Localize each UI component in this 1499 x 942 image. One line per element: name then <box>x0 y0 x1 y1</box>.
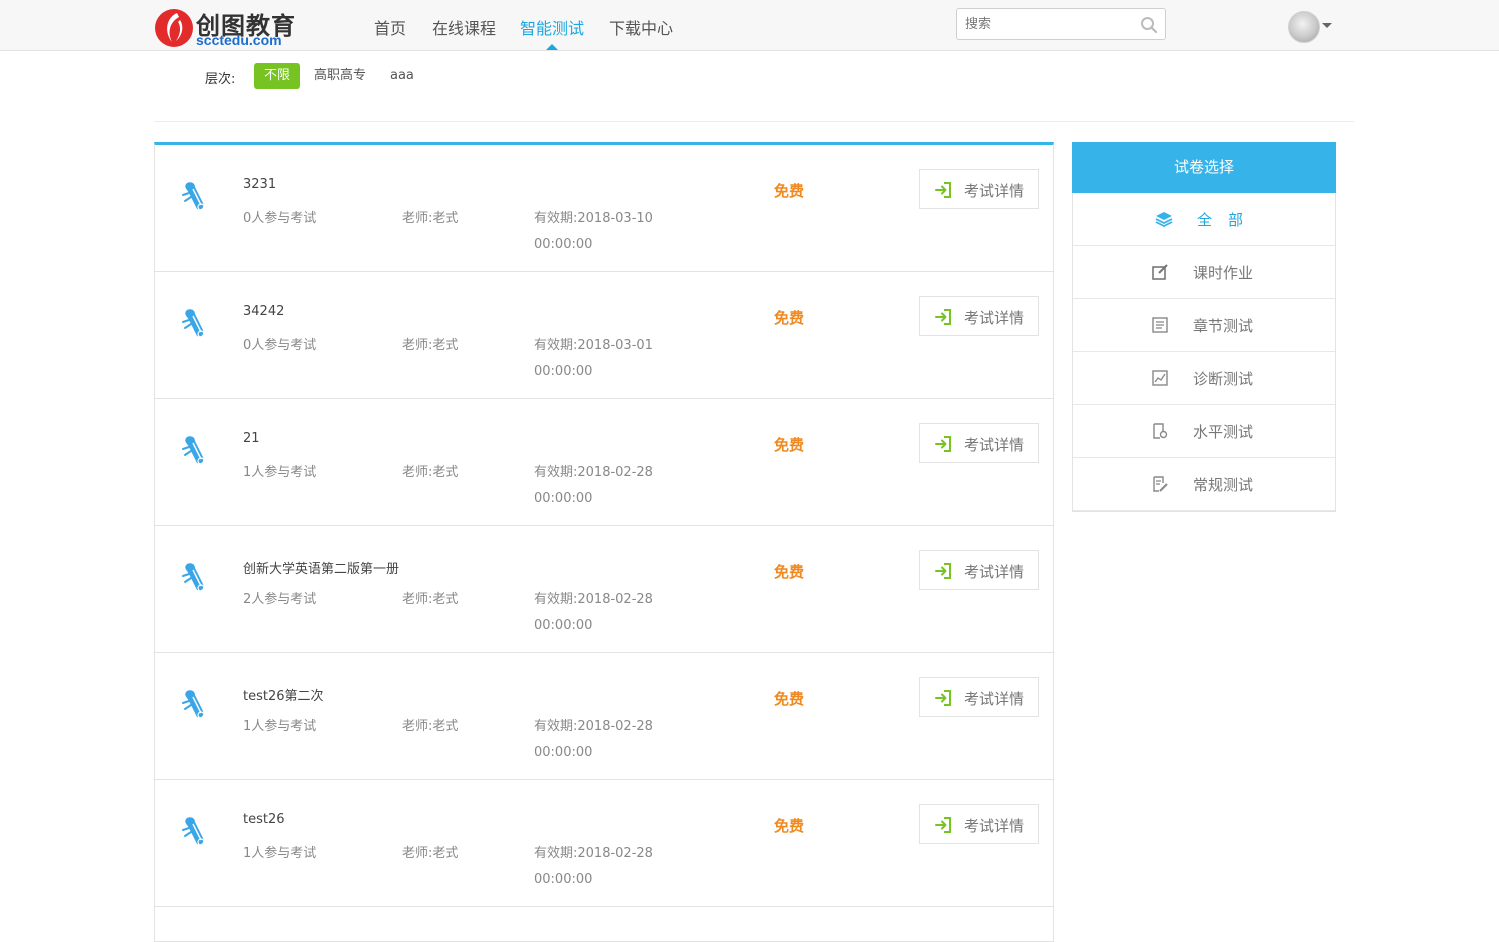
exam-participants: 1人参与考试 <box>243 846 317 861</box>
exam-participants: 1人参与考试 <box>243 719 317 734</box>
exam-title[interactable]: 创新大学英语第二版第一册 <box>243 558 399 577</box>
logo-mark-icon <box>155 9 193 47</box>
exam-valid-date: 有效期:2018-03-01 <box>534 338 653 353</box>
paper-selection-panel: 试卷选择 全部课时作业章节测试诊断测试水平测试常规测试 <box>1072 142 1336 512</box>
paper-type-label: 章节测试 <box>1193 317 1254 335</box>
exam-teacher: 老师:老式 <box>402 592 459 607</box>
exam-valid-time: 00:00:00 <box>534 491 593 506</box>
exam-details-label: 考试详情 <box>964 817 1025 835</box>
exam-scroll-icon <box>179 560 211 596</box>
chevron-down-icon[interactable] <box>1322 23 1332 28</box>
exam-valid-time: 00:00:00 <box>534 364 593 379</box>
exam-title[interactable]: 21 <box>243 431 260 446</box>
paper-type-label: 水平测试 <box>1193 423 1254 441</box>
nav-online-courses[interactable]: 在线课程 <box>432 15 496 39</box>
filter-option-unlimited[interactable]: 不限 <box>254 63 301 89</box>
exam-title[interactable]: 34242 <box>243 304 284 319</box>
exam-title[interactable]: test26 <box>243 812 285 827</box>
exam-participants: 0人参与考试 <box>243 338 317 353</box>
search-box <box>956 8 1166 40</box>
exam-price: 免费 <box>774 309 805 327</box>
filter-option-aaa[interactable]: aaa <box>380 63 424 89</box>
exam-details-label: 考试详情 <box>964 182 1025 200</box>
user-avatar[interactable] <box>1288 11 1320 43</box>
exam-details-label: 考试详情 <box>964 436 1025 454</box>
paper-type-label: 诊断测试 <box>1193 370 1254 388</box>
exam-valid-date: 有效期:2018-03-10 <box>534 211 653 226</box>
exam-title[interactable]: test26第二次 <box>243 685 324 704</box>
exam-details-button[interactable]: 考试详情 <box>919 169 1039 209</box>
exam-price: 免费 <box>774 563 805 581</box>
paper-type-0[interactable]: 全部 <box>1073 193 1335 246</box>
exam-teacher: 老师:老式 <box>402 846 459 861</box>
exam-details-button[interactable]: 考试详情 <box>919 804 1039 844</box>
top-header: 创图教育 scctedu.com 首页 在线课程 智能测试 下载中心 <box>0 0 1499 51</box>
filter-label: 层次: <box>205 72 236 87</box>
filter-divider <box>154 121 1354 122</box>
search-icon[interactable] <box>1140 16 1158 34</box>
exam-details-label: 考试详情 <box>964 690 1025 708</box>
exam-scroll-icon <box>179 814 211 850</box>
exam-teacher: 老师:老式 <box>402 338 459 353</box>
exam-participants: 2人参与考试 <box>243 592 317 607</box>
exam-valid-date: 有效期:2018-02-28 <box>534 719 653 734</box>
exam-teacher: 老师:老式 <box>402 719 459 734</box>
exam-teacher: 老师:老式 <box>402 211 459 226</box>
paper-type-label: 全部 <box>1197 211 1260 229</box>
exam-row: 创新大学英语第二版第一册 2人参与考试 老师:老式 有效期:2018-02-28 00:… <box>155 526 1053 653</box>
filter-option-vocational[interactable]: 高职高专 <box>304 63 376 89</box>
exam-price: 免费 <box>774 436 805 454</box>
exam-valid-time: 00:00:00 <box>534 745 593 760</box>
exam-details-button[interactable]: 考试详情 <box>919 423 1039 463</box>
paper-type-2[interactable]: 章节测试 <box>1073 299 1335 352</box>
paper-type-label: 课时作业 <box>1193 264 1254 282</box>
exam-valid-time: 00:00:00 <box>534 872 593 887</box>
paper-type-1[interactable]: 课时作业 <box>1073 246 1335 299</box>
exam-scroll-icon <box>179 433 211 469</box>
exam-participants: 0人参与考试 <box>243 211 317 226</box>
paper-type-5[interactable]: 常规测试 <box>1073 458 1335 511</box>
exam-details-button[interactable]: 考试详情 <box>919 550 1039 590</box>
paper-type-label: 常规测试 <box>1193 476 1254 494</box>
exam-valid-date: 有效期:2018-02-28 <box>534 592 653 607</box>
exam-valid-time: 00:00:00 <box>534 618 593 633</box>
exam-details-label: 考试详情 <box>964 563 1025 581</box>
exam-row: 3231 0人参与考试 老师:老式 有效期:2018-03-10 00:00:00 免费 考… <box>155 145 1053 272</box>
exam-row: test26第二次 1人参与考试 老师:老式 有效期:2018-02-28 00:00:… <box>155 653 1053 780</box>
exam-scroll-icon <box>179 687 211 723</box>
nav-active-indicator <box>546 44 558 50</box>
exam-row: test26 1人参与考试 老师:老式 有效期:2018-02-28 00:00:00 免… <box>155 780 1053 907</box>
paper-type-3[interactable]: 诊断测试 <box>1073 352 1335 405</box>
panel-title: 试卷选择 <box>1072 142 1336 193</box>
search-input[interactable] <box>957 9 1135 39</box>
exam-row: 21 1人参与考试 老师:老式 有效期:2018-02-28 00:00:00 免费 考试详… <box>155 399 1053 526</box>
exam-valid-date: 有效期:2018-02-28 <box>534 846 653 861</box>
exam-title[interactable]: 3231 <box>243 177 276 192</box>
exam-teacher: 老师:老式 <box>402 465 459 480</box>
logo-text-en: scctedu.com <box>196 32 282 48</box>
exam-details-button[interactable]: 考试详情 <box>919 296 1039 336</box>
exam-scroll-icon <box>179 179 211 215</box>
exam-scroll-icon <box>179 306 211 342</box>
exam-price: 免费 <box>774 690 805 708</box>
paper-type-4[interactable]: 水平测试 <box>1073 405 1335 458</box>
exam-participants: 1人参与考试 <box>243 465 317 480</box>
exam-price: 免费 <box>774 817 805 835</box>
exam-row: 34242 0人参与考试 老师:老式 有效期:2018-03-01 00:00:00 免费… <box>155 272 1053 399</box>
nav-home[interactable]: 首页 <box>374 15 406 39</box>
exam-price: 免费 <box>774 182 805 200</box>
exam-valid-date: 有效期:2018-02-28 <box>534 465 653 480</box>
exam-valid-time: 00:00:00 <box>534 237 593 252</box>
site-logo[interactable]: 创图教育 scctedu.com <box>154 6 314 48</box>
nav-download-center[interactable]: 下载中心 <box>609 15 673 39</box>
nav-smart-test[interactable]: 智能测试 <box>520 15 584 39</box>
exam-details-button[interactable]: 考试详情 <box>919 677 1039 717</box>
exam-list: 3231 0人参与考试 老师:老式 有效期:2018-03-10 00:00:00 免费考… <box>154 142 1054 942</box>
exam-details-label: 考试详情 <box>964 309 1025 327</box>
